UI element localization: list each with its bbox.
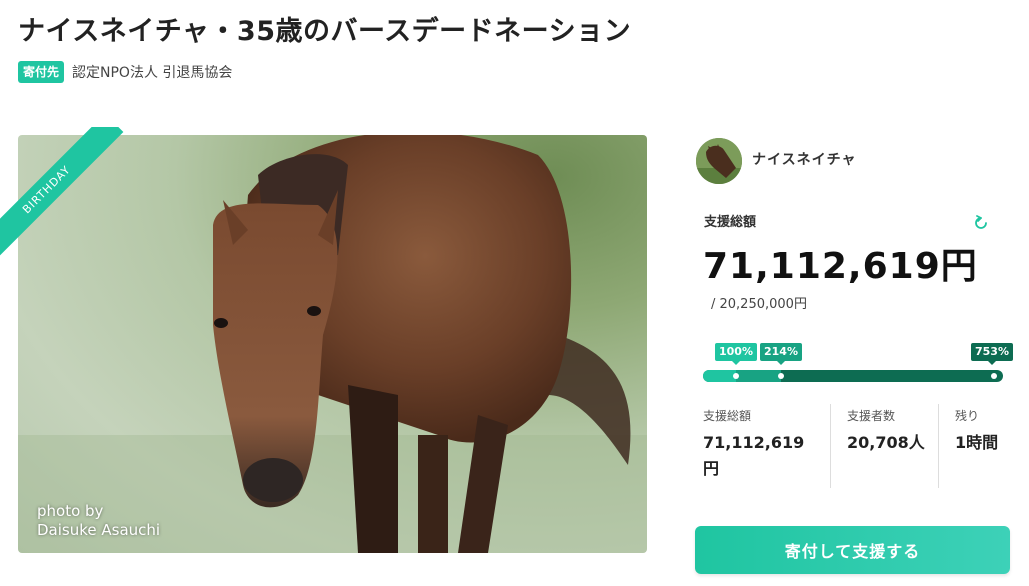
milestone-dot-1 [733, 373, 739, 379]
progress-bar: 100% 214% 753% [703, 340, 1013, 390]
owner-avatar[interactable] [696, 138, 742, 184]
progress-segment-1 [703, 370, 736, 382]
stat-supporters: 支援者数 20,708人 [831, 404, 939, 488]
milestone-dot-3 [991, 373, 997, 379]
total-label: 支援総額 [704, 215, 757, 230]
stats-panel: 支援総額 71,112,619円 支援者数 20,708人 残り 1時間 [703, 404, 1013, 488]
recipient-row: 寄付先 認定NPO法人 引退馬協会 [18, 61, 232, 84]
photo-credit: photo by Daisuke Asauchi [37, 502, 160, 540]
birthday-ribbon: BIRTHDAY [0, 127, 132, 267]
milestone-dot-2 [778, 373, 784, 379]
milestone-2: 214% [760, 343, 802, 365]
progress-segment-2 [736, 370, 781, 382]
stat-value: 71,112,619円 [703, 433, 805, 478]
recipient-badge: 寄付先 [18, 61, 65, 84]
photo-credit-line1: photo by [37, 502, 104, 520]
stat-label: 残り [955, 409, 980, 423]
stat-remaining: 残り 1時間 [939, 404, 1009, 488]
stat-label: 支援者数 [847, 409, 896, 423]
stat-label: 支援総額 [703, 409, 752, 423]
milestone-1: 100% [715, 343, 757, 365]
refresh-icon[interactable] [972, 214, 990, 232]
horse-avatar-icon [696, 138, 742, 184]
total-amount: 71,112,619円 [703, 246, 978, 287]
photo-credit-line2: Daisuke Asauchi [37, 521, 161, 539]
donate-button[interactable]: 寄付して支援する [695, 526, 1010, 574]
progress-track [703, 370, 1003, 382]
stat-value: 20,708人 [847, 433, 925, 452]
milestone-3: 753% [971, 343, 1013, 365]
recipient-name[interactable]: 認定NPO法人 引退馬協会 [72, 62, 232, 82]
ribbon-label: BIRTHDAY [0, 127, 124, 267]
stat-value: 1時間 [955, 433, 999, 452]
owner-name[interactable]: ナイスネイチャ [752, 149, 856, 169]
stat-total: 支援総額 71,112,619円 [703, 404, 831, 488]
page-title: ナイスネイチャ・35歳のバースデードネーション [18, 16, 632, 47]
goal-amount: / 20,250,000円 [711, 297, 807, 312]
